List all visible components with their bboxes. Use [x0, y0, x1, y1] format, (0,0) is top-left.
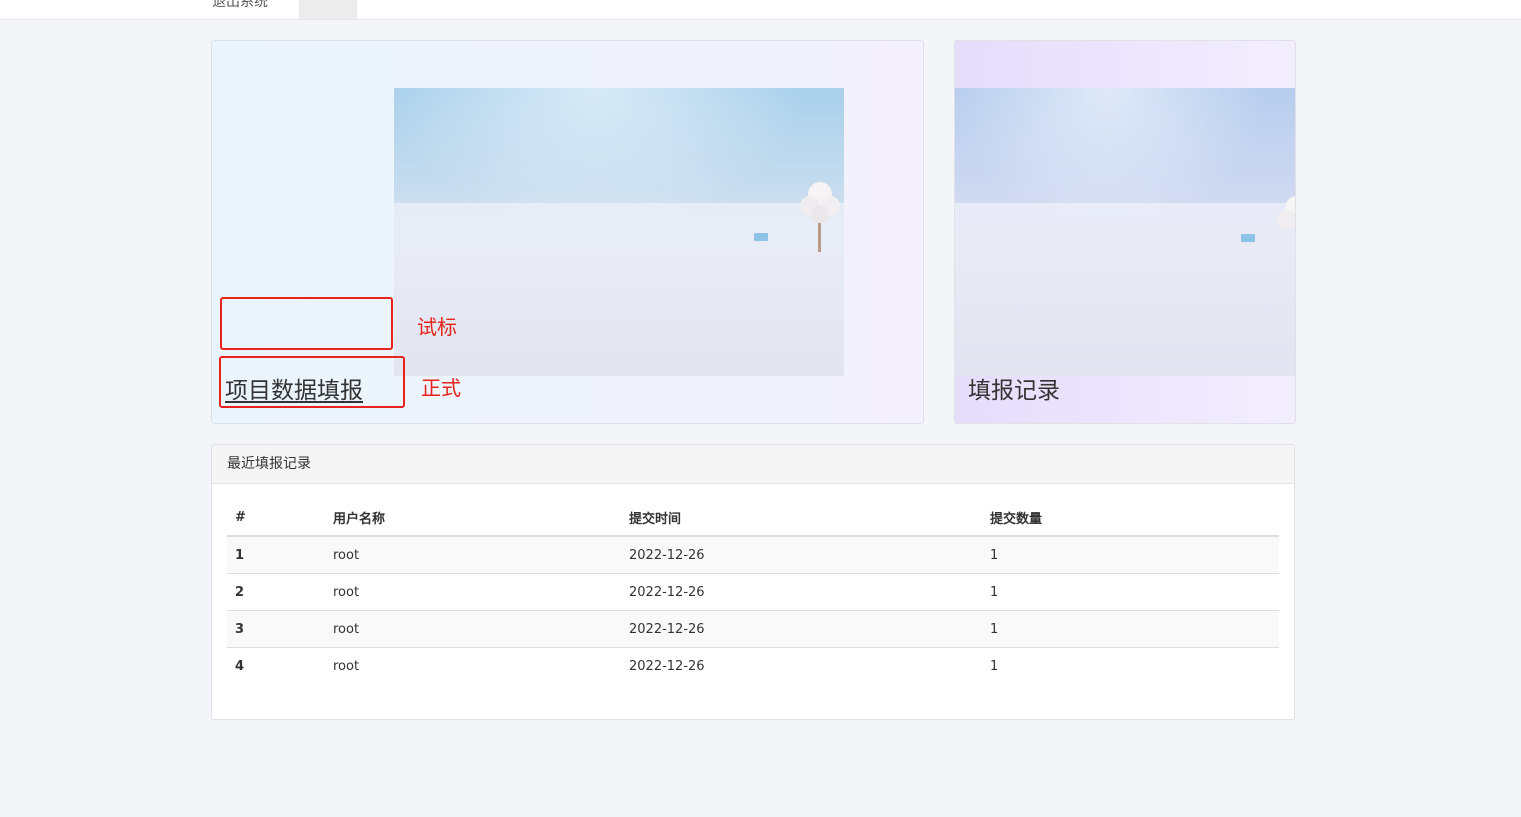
- annotation-box-formal: [219, 356, 405, 408]
- signpost-icon: [1241, 234, 1255, 242]
- cell-time: 2022-12-26: [621, 610, 982, 648]
- annotation-label-trial: 试标: [417, 315, 457, 339]
- nav-tab-active[interactable]: [299, 0, 357, 19]
- annotation-label-formal: 正式: [421, 376, 461, 400]
- snow-tree-icon: [800, 182, 840, 252]
- annotation-box-trial: [220, 297, 393, 350]
- cell-user: root: [325, 647, 621, 684]
- cell-index: 1: [227, 535, 325, 574]
- signpost-icon: [754, 233, 768, 241]
- cell-user: root: [325, 573, 621, 611]
- cell-user: root: [325, 610, 621, 648]
- table-row: 2 root 2022-12-26 1: [227, 573, 1279, 611]
- cell-index: 3: [227, 610, 325, 648]
- snow-ground: [394, 203, 844, 376]
- column-header-time: 提交时间: [621, 500, 982, 537]
- cell-count: 1: [982, 647, 1279, 684]
- winter-scene-image: [955, 88, 1295, 376]
- cell-count: 1: [982, 610, 1279, 648]
- panel-heading: 最近填报记录: [212, 445, 1294, 484]
- winter-scene-image: [394, 88, 844, 376]
- fill-records-card[interactable]: 填报记录: [954, 40, 1296, 424]
- top-nav-bar: 退出系统: [0, 0, 1521, 20]
- cell-count: 1: [982, 573, 1279, 611]
- snow-ground: [955, 203, 1295, 376]
- column-header-index: #: [227, 500, 325, 537]
- table-row: 3 root 2022-12-26 1: [227, 610, 1279, 648]
- records-table: # 用户名称 提交时间 提交数量 1 root 2022-12-26 1 2 r…: [227, 500, 1279, 684]
- table-row: 4 root 2022-12-26 1: [227, 647, 1279, 684]
- cell-user: root: [325, 535, 621, 574]
- cell-index: 4: [227, 647, 325, 684]
- cell-index: 2: [227, 573, 325, 611]
- cell-time: 2022-12-26: [621, 535, 982, 574]
- cell-time: 2022-12-26: [621, 647, 982, 684]
- snow-tree-icon: [1277, 196, 1295, 230]
- cell-time: 2022-12-26: [621, 573, 982, 611]
- table-row: 1 root 2022-12-26 1: [227, 535, 1279, 574]
- column-header-count: 提交数量: [982, 500, 1279, 537]
- recent-records-panel: 最近填报记录 # 用户名称 提交时间 提交数量 1 root 2022-12-2…: [211, 444, 1295, 720]
- column-header-user: 用户名称: [325, 500, 621, 537]
- fill-records-link[interactable]: 填报记录: [968, 371, 1060, 405]
- table-header-row: # 用户名称 提交时间 提交数量: [227, 500, 1279, 537]
- nav-link-logout[interactable]: 退出系统: [212, 0, 268, 11]
- cell-count: 1: [982, 535, 1279, 574]
